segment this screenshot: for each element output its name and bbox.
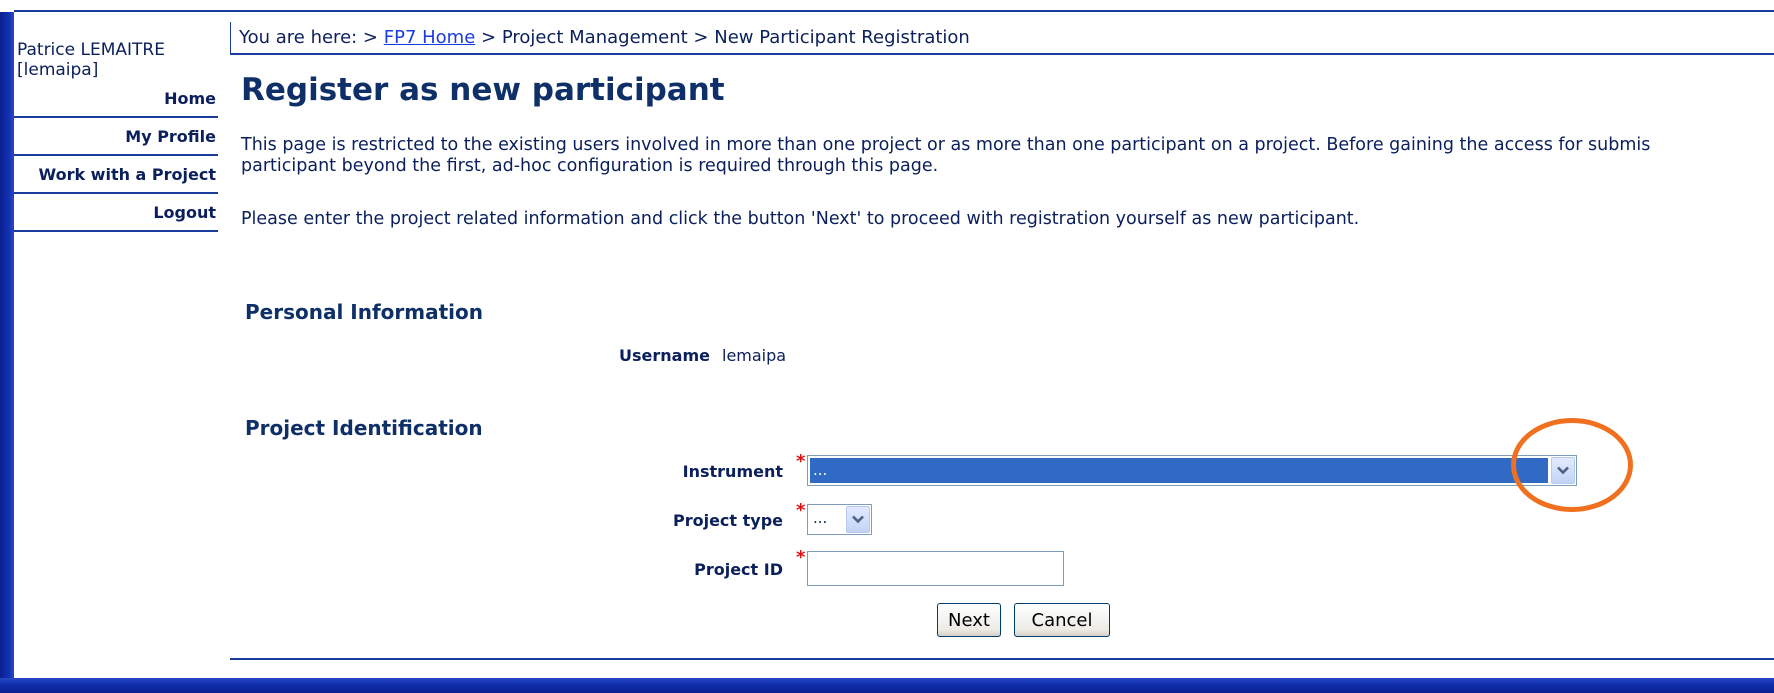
sidebar-item-label: My Profile (125, 127, 216, 146)
required-marker: * (796, 451, 806, 472)
instrument-selected-value: ... (810, 458, 1548, 483)
user-info: Patrice LEMAITRE [lemaipa] (17, 40, 165, 80)
chevron-down-icon (852, 515, 864, 524)
project-type-label: Project type (672, 511, 783, 530)
required-marker: * (796, 500, 806, 521)
breadcrumb: You are here: > FP7 Home > Project Manag… (239, 27, 970, 48)
instruction-paragraph: Please enter the project related informa… (241, 209, 1360, 229)
sidebar-item-home[interactable]: Home (14, 82, 218, 118)
project-type-dropdown-button[interactable] (846, 506, 870, 533)
required-marker: * (796, 547, 806, 568)
username-value: lemaipa (722, 346, 787, 365)
breadcrumb-link-home[interactable]: FP7 Home (384, 27, 476, 48)
user-login: [lemaipa] (17, 60, 99, 80)
sidebar-item-my-profile[interactable]: My Profile (14, 120, 218, 156)
intro-line-1: This page is restricted to the existing … (241, 135, 1651, 155)
project-type-select[interactable]: ... (807, 504, 872, 535)
project-type-selected-value: ... (813, 509, 828, 527)
instrument-label: Instrument (682, 462, 783, 481)
breadcrumb-prefix: You are here: > (239, 27, 379, 48)
frame-bottom-border (0, 678, 1774, 693)
username-label: Username (619, 346, 710, 365)
sidebar-item-label: Home (164, 89, 216, 108)
sidebar-item-label: Logout (153, 203, 216, 222)
page-title: Register as new participant (241, 72, 725, 108)
section-title-project: Project Identification (245, 416, 483, 440)
instrument-select[interactable]: ... (807, 455, 1577, 486)
breadcrumb-rest: > Project Management > New Participant R… (481, 27, 970, 48)
user-fullname: Patrice LEMAITRE (17, 40, 165, 60)
project-id-label: Project ID (694, 560, 783, 579)
sidebar-item-label: Work with a Project (38, 165, 217, 184)
highlight-annotation-circle (1511, 418, 1633, 512)
section-title-personal: Personal Information (245, 300, 483, 324)
frame-top (0, 0, 1774, 10)
bottom-divider (230, 658, 1774, 660)
frame-corner (0, 0, 14, 12)
next-button[interactable]: Next (937, 603, 1001, 637)
breadcrumb-bar: You are here: > FP7 Home > Project Manag… (230, 22, 1774, 55)
project-id-input[interactable] (807, 551, 1064, 586)
frame-left-border (0, 0, 14, 693)
sidebar-item-work-with-project[interactable]: Work with a Project (14, 158, 218, 194)
intro-paragraph: This page is restricted to the existing … (241, 135, 1650, 177)
frame-top-line (14, 10, 1774, 12)
intro-line-2: participant beyond the first, ad-hoc con… (241, 156, 939, 176)
sidebar-item-logout[interactable]: Logout (14, 196, 218, 232)
cancel-button[interactable]: Cancel (1014, 603, 1110, 637)
